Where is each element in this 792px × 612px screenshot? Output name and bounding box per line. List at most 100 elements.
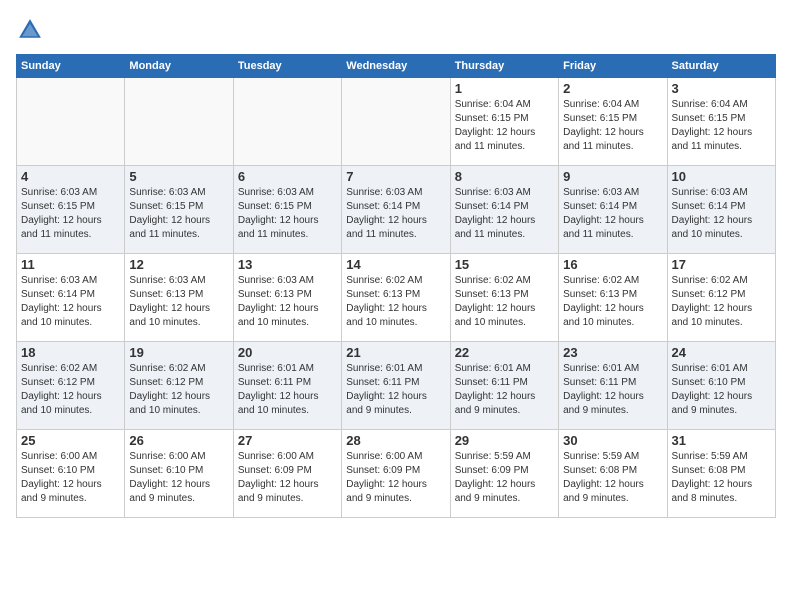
calendar-cell: 8 Sunrise: 6:03 AM Sunset: 6:14 PM Daylig… [450,166,558,254]
day-info: Sunrise: 6:00 AM Sunset: 6:09 PM Dayligh… [238,450,337,506]
day-info: Sunrise: 6:03 AM Sunset: 6:13 PM Dayligh… [238,274,337,330]
day-number: 13 [238,257,337,272]
day-info: Sunrise: 6:01 AM Sunset: 6:10 PM Dayligh… [672,362,771,418]
weekday-header: Sunday [17,55,125,78]
calendar-cell: 20 Sunrise: 6:01 AM Sunset: 6:11 PM Dayli… [233,342,341,430]
calendar-cell: 14 Sunrise: 6:02 AM Sunset: 6:13 PM Dayli… [342,254,450,342]
day-info: Sunrise: 6:01 AM Sunset: 6:11 PM Dayligh… [238,362,337,418]
weekday-header: Thursday [450,55,558,78]
day-number: 29 [455,433,554,448]
day-number: 24 [672,345,771,360]
calendar-cell: 11Sunrise: 6:03 AM Sunset: 6:14 PM Dayli… [17,254,125,342]
calendar-week-row: 25 Sunrise: 6:00 AM Sunset: 6:10 PM Dayli… [17,430,776,518]
calendar-cell: 26Sunrise: 6:00 AM Sunset: 6:10 PM Dayli… [125,430,233,518]
calendar-cell [17,78,125,166]
calendar-cell: 27 Sunrise: 6:00 AM Sunset: 6:09 PM Dayli… [233,430,341,518]
logo-icon [16,16,44,44]
calendar-cell: 12 Sunrise: 6:03 AM Sunset: 6:13 PM Dayli… [125,254,233,342]
day-info: Sunrise: 6:04 AM Sunset: 6:15 PM Dayligh… [672,98,771,154]
day-number: 6 [238,169,337,184]
day-info: Sunrise: 6:02 AM Sunset: 6:12 PM Dayligh… [672,274,771,330]
day-number: 2 [563,81,662,96]
calendar-week-row: 18 Sunrise: 6:02 AM Sunset: 6:12 PM Dayli… [17,342,776,430]
day-number: 26 [129,433,228,448]
day-info: Sunrise: 6:02 AM Sunset: 6:13 PM Dayligh… [455,274,554,330]
day-number: 14 [346,257,445,272]
day-info: Sunrise: 5:59 AM Sunset: 6:08 PM Dayligh… [672,450,771,506]
weekday-header: Friday [559,55,667,78]
calendar-cell: 21 Sunrise: 6:01 AM Sunset: 6:11 PM Dayli… [342,342,450,430]
day-number: 31 [672,433,771,448]
calendar-cell: 28 Sunrise: 6:00 AM Sunset: 6:09 PM Dayli… [342,430,450,518]
calendar-cell: 24 Sunrise: 6:01 AM Sunset: 6:10 PM Dayli… [667,342,775,430]
day-number: 25 [21,433,120,448]
day-number: 5 [129,169,228,184]
calendar-cell: 6 Sunrise: 6:03 AM Sunset: 6:15 PM Daylig… [233,166,341,254]
day-info: Sunrise: 5:59 AM Sunset: 6:09 PM Dayligh… [455,450,554,506]
calendar-cell: 7 Sunrise: 6:03 AM Sunset: 6:14 PM Daylig… [342,166,450,254]
day-number: 1 [455,81,554,96]
day-info: Sunrise: 6:01 AM Sunset: 6:11 PM Dayligh… [346,362,445,418]
calendar-cell: 29 Sunrise: 5:59 AM Sunset: 6:09 PM Dayli… [450,430,558,518]
calendar-cell: 23 Sunrise: 6:01 AM Sunset: 6:11 PM Dayli… [559,342,667,430]
logo [16,16,48,44]
day-info: Sunrise: 6:02 AM Sunset: 6:13 PM Dayligh… [346,274,445,330]
day-number: 3 [672,81,771,96]
calendar-cell: 4 Sunrise: 6:03 AM Sunset: 6:15 PM Daylig… [17,166,125,254]
day-number: 22 [455,345,554,360]
day-number: 18 [21,345,120,360]
calendar-cell: 16 Sunrise: 6:02 AM Sunset: 6:13 PM Dayli… [559,254,667,342]
calendar-cell: 31 Sunrise: 5:59 AM Sunset: 6:08 PM Dayli… [667,430,775,518]
day-number: 23 [563,345,662,360]
day-number: 15 [455,257,554,272]
day-info: Sunrise: 6:04 AM Sunset: 6:15 PM Dayligh… [455,98,554,154]
day-info: Sunrise: 6:03 AM Sunset: 6:13 PM Dayligh… [129,274,228,330]
day-info: Sunrise: 6:01 AM Sunset: 6:11 PM Dayligh… [563,362,662,418]
day-info: Sunrise: 6:03 AM Sunset: 6:14 PM Dayligh… [346,186,445,242]
day-number: 8 [455,169,554,184]
calendar-cell: 22 Sunrise: 6:01 AM Sunset: 6:11 PM Dayli… [450,342,558,430]
day-number: 28 [346,433,445,448]
calendar-cell: 30Sunrise: 5:59 AM Sunset: 6:08 PM Dayli… [559,430,667,518]
day-info: Sunrise: 6:00 AM Sunset: 6:10 PM Dayligh… [21,450,120,506]
day-info: Sunrise: 6:00 AM Sunset: 6:09 PM Dayligh… [346,450,445,506]
calendar-cell: 1 Sunrise: 6:04 AM Sunset: 6:15 PM Daylig… [450,78,558,166]
day-info: Sunrise: 6:03 AM Sunset: 6:15 PM Dayligh… [238,186,337,242]
calendar-cell: 19 Sunrise: 6:02 AM Sunset: 6:12 PM Dayli… [125,342,233,430]
calendar-cell [342,78,450,166]
day-info: Sunrise: 6:04 AM Sunset: 6:15 PM Dayligh… [563,98,662,154]
day-number: 7 [346,169,445,184]
day-info: Sunrise: 6:03 AM Sunset: 6:15 PM Dayligh… [21,186,120,242]
day-info: Sunrise: 6:02 AM Sunset: 6:12 PM Dayligh… [129,362,228,418]
calendar-week-row: 1 Sunrise: 6:04 AM Sunset: 6:15 PM Daylig… [17,78,776,166]
calendar-cell: 18 Sunrise: 6:02 AM Sunset: 6:12 PM Dayli… [17,342,125,430]
weekday-header: Wednesday [342,55,450,78]
day-number: 16 [563,257,662,272]
calendar-table: SundayMondayTuesdayWednesdayThursdayFrid… [16,54,776,518]
calendar-cell: 25 Sunrise: 6:00 AM Sunset: 6:10 PM Dayli… [17,430,125,518]
day-number: 4 [21,169,120,184]
day-number: 10 [672,169,771,184]
day-number: 27 [238,433,337,448]
calendar-cell: 2 Sunrise: 6:04 AM Sunset: 6:15 PM Daylig… [559,78,667,166]
weekday-header-row: SundayMondayTuesdayWednesdayThursdayFrid… [17,55,776,78]
calendar-week-row: 4 Sunrise: 6:03 AM Sunset: 6:15 PM Daylig… [17,166,776,254]
day-number: 11 [21,257,120,272]
day-info: Sunrise: 6:03 AM Sunset: 6:14 PM Dayligh… [672,186,771,242]
calendar-cell [125,78,233,166]
day-info: Sunrise: 6:02 AM Sunset: 6:13 PM Dayligh… [563,274,662,330]
day-info: Sunrise: 6:03 AM Sunset: 6:14 PM Dayligh… [455,186,554,242]
day-info: Sunrise: 6:03 AM Sunset: 6:15 PM Dayligh… [129,186,228,242]
day-info: Sunrise: 5:59 AM Sunset: 6:08 PM Dayligh… [563,450,662,506]
day-number: 19 [129,345,228,360]
day-info: Sunrise: 6:02 AM Sunset: 6:12 PM Dayligh… [21,362,120,418]
calendar-cell: 10 Sunrise: 6:03 AM Sunset: 6:14 PM Dayli… [667,166,775,254]
calendar-cell: 17Sunrise: 6:02 AM Sunset: 6:12 PM Dayli… [667,254,775,342]
weekday-header: Monday [125,55,233,78]
day-number: 20 [238,345,337,360]
calendar-cell: 13 Sunrise: 6:03 AM Sunset: 6:13 PM Dayli… [233,254,341,342]
day-info: Sunrise: 6:01 AM Sunset: 6:11 PM Dayligh… [455,362,554,418]
weekday-header: Saturday [667,55,775,78]
day-number: 21 [346,345,445,360]
day-number: 12 [129,257,228,272]
